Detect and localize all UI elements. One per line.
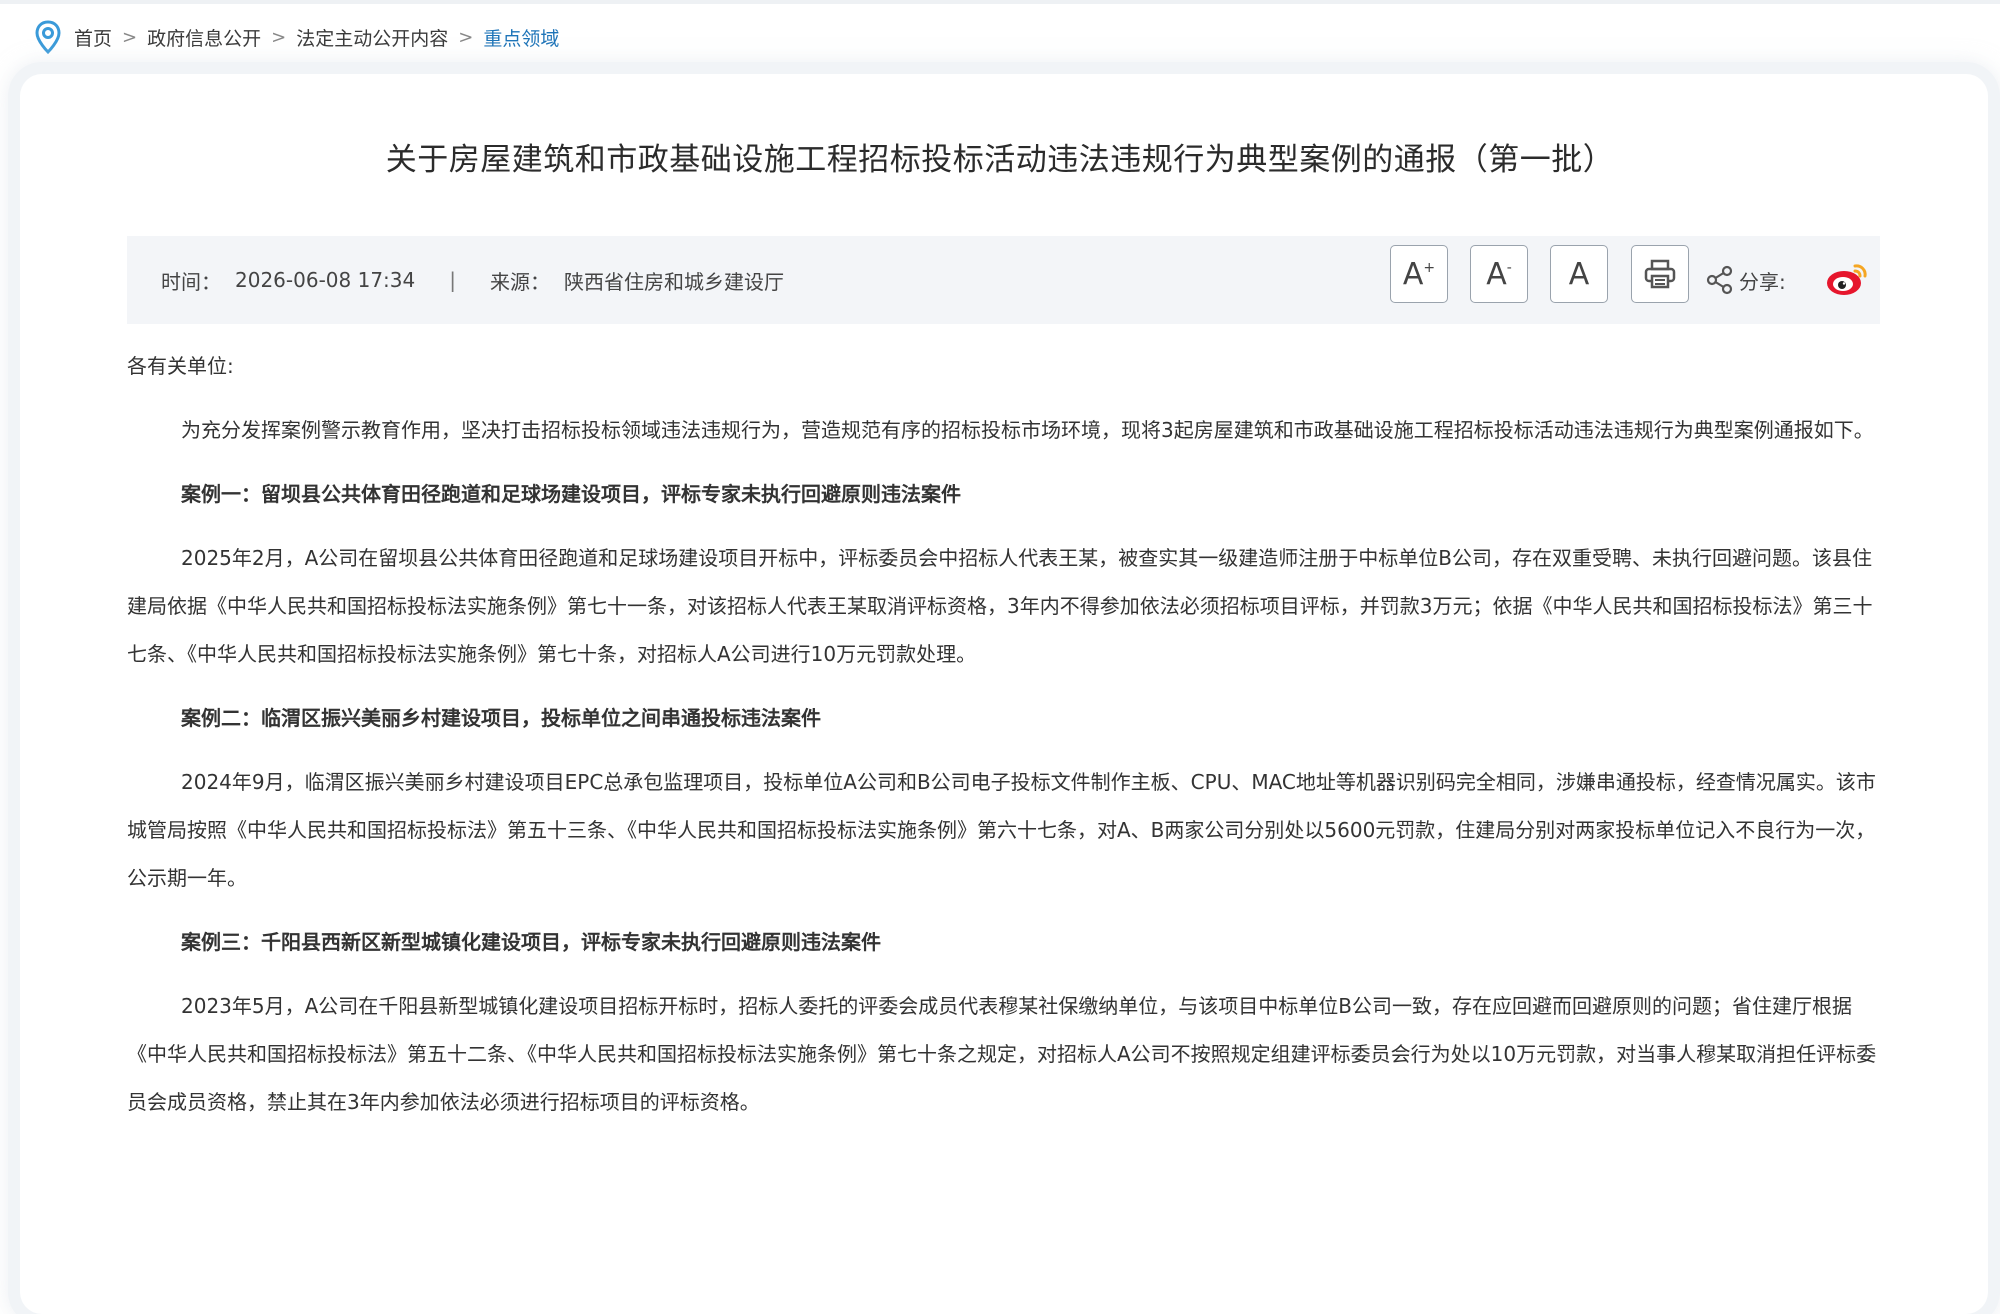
top-divider xyxy=(0,0,2000,4)
font-decrease-mark: - xyxy=(1506,260,1512,276)
case-3-text: 2023年5月，A公司在千阳县新型城镇化建设项目招标开标时，招标人委托的评委会成… xyxy=(127,994,1877,1114)
share-icon xyxy=(1706,265,1733,295)
font-increase-label: A xyxy=(1402,256,1424,292)
article-meta: 时间： 2026-06-08 17:34 | 来源： 陕西省住房和城乡建设厅 xyxy=(161,236,784,324)
weibo-share-button[interactable] xyxy=(1824,254,1872,302)
time-label: 时间： xyxy=(161,269,221,294)
intro-paragraph: 为充分发挥案例警示教育作用，坚决打击招标投标领域违法违规行为，营造规范有序的招标… xyxy=(181,418,1874,442)
font-decrease-label: A xyxy=(1486,256,1507,292)
font-increase-button[interactable]: A + xyxy=(1390,245,1448,303)
breadcrumb-home-link[interactable]: 首页 xyxy=(74,24,112,51)
case-1-text: 2025年2月，A公司在留坝县公共体育田径跑道和足球场建设项目开标中，评标委员会… xyxy=(127,546,1873,666)
source-value: 陕西省住房和城乡建设厅 xyxy=(563,269,784,294)
print-button[interactable] xyxy=(1631,245,1689,303)
breadcrumb-separator: > xyxy=(271,26,287,48)
font-reset-label: A xyxy=(1568,256,1590,292)
share-label: 分享: xyxy=(1739,269,1786,294)
location-pin-icon xyxy=(34,20,62,55)
article-meta-bar: 时间： 2026-06-08 17:34 | 来源： 陕西省住房和城乡建设厅 A… xyxy=(127,236,1880,324)
breadcrumb-separator: > xyxy=(122,26,138,48)
share-control[interactable]: 分享: xyxy=(1705,236,1786,324)
case-2-title: 案例二：临渭区振兴美丽乡村建设项目，投标单位之间串通投标违法案件 xyxy=(181,706,821,730)
case-1-title: 案例一：留坝县公共体育田径跑道和足球场建设项目，评标专家未执行回避原则违法案件 xyxy=(181,482,961,506)
font-reset-button[interactable]: A xyxy=(1550,245,1608,303)
breadcrumb-statutory-content-link[interactable]: 法定主动公开内容 xyxy=(296,24,448,51)
time-value: 2026-06-08 17:34 xyxy=(235,268,416,292)
font-increase-mark: + xyxy=(1423,260,1436,276)
print-icon xyxy=(1644,259,1676,289)
case-3-title: 案例三：千阳县西新区新型城镇化建设项目，评标专家未执行回避原则违法案件 xyxy=(181,930,881,954)
article-body: 各有关单位: 为充分发挥案例警示教育作用，坚决打击招标投标领域违法违规行为，营造… xyxy=(127,342,1880,1142)
case-2-text: 2024年9月，临渭区振兴美丽乡村建设项目EPC总承包监理项目，投标单位A公司和… xyxy=(127,770,1876,890)
salutation: 各有关单位: xyxy=(127,354,234,378)
meta-divider: | xyxy=(449,268,456,292)
font-decrease-button[interactable]: A- xyxy=(1470,245,1528,303)
article-title: 关于房屋建筑和市政基础设施工程招标投标活动违法违规行为典型案例的通报（第一批） xyxy=(385,142,1615,178)
weibo-icon xyxy=(1827,264,1867,295)
breadcrumb-key-areas-link[interactable]: 重点领域 xyxy=(483,24,559,51)
source-label: 来源： xyxy=(489,269,550,294)
breadcrumb-separator: > xyxy=(458,26,474,48)
breadcrumb: 首页 > 政府信息公开 > 法定主动公开内容 > 重点领域 xyxy=(34,20,559,55)
breadcrumb-gov-info-link[interactable]: 政府信息公开 xyxy=(147,24,261,51)
